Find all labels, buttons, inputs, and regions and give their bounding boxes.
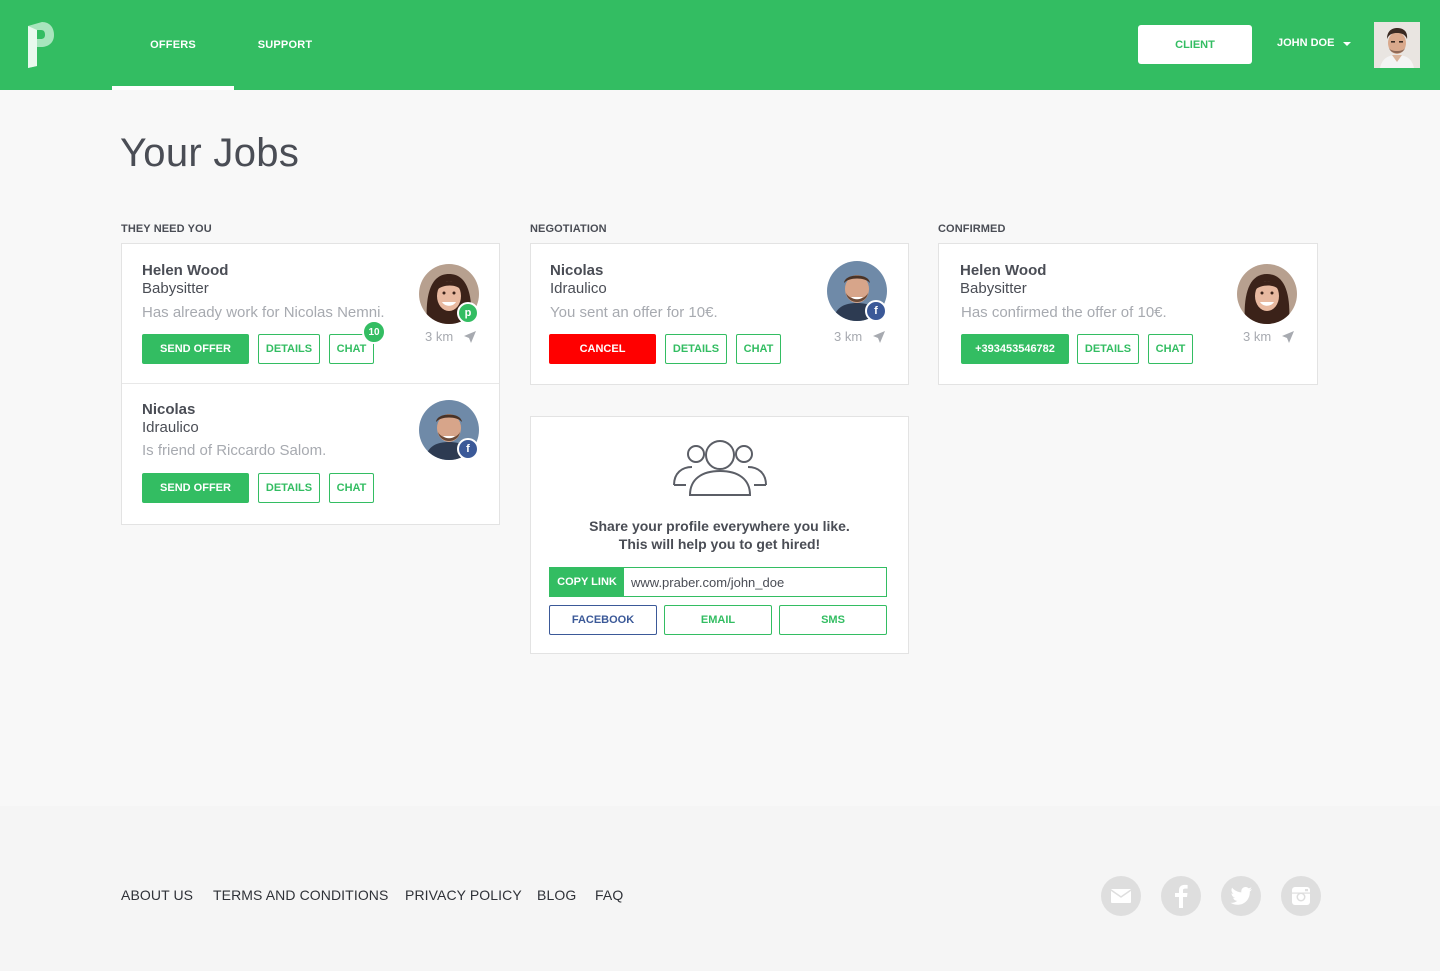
distance-value: 3 km: [425, 329, 454, 344]
tab-offers[interactable]: OFFERS: [112, 0, 234, 90]
profile-link-field[interactable]: [624, 568, 886, 596]
twitter-icon[interactable]: [1221, 876, 1261, 916]
job-item: Helen Wood Babysitter Has already work f…: [122, 244, 499, 384]
chevron-down-icon: [1343, 41, 1352, 46]
distance: 3 km: [425, 329, 477, 344]
location-arrow-icon: [464, 330, 477, 343]
job-role: Babysitter: [142, 280, 209, 297]
send-offer-button[interactable]: SEND OFFER: [142, 334, 249, 364]
footer-link-about-us[interactable]: ABOUT US: [121, 887, 193, 903]
distance-value: 3 km: [834, 329, 863, 344]
chat-button[interactable]: CHAT: [329, 473, 374, 503]
job-role: Idraulico: [550, 280, 607, 297]
facebook-badge-icon: f: [865, 300, 887, 322]
details-button[interactable]: DETAILS: [258, 334, 320, 364]
share-sms-button[interactable]: SMS: [779, 605, 887, 635]
footer: ABOUT US TERMS AND CONDITIONS PRIVACY PO…: [0, 806, 1440, 971]
chat-button[interactable]: CHAT: [736, 334, 781, 364]
users-group-icon: [672, 437, 768, 502]
details-button[interactable]: DETAILS: [258, 473, 320, 503]
details-button[interactable]: DETAILS: [1077, 334, 1139, 364]
they-need-you-card: Helen Wood Babysitter Has already work f…: [121, 243, 500, 525]
job-role: Babysitter: [960, 280, 1027, 297]
job-note: Has confirmed the offer of 10€.: [961, 304, 1167, 321]
column-label-negotiation: NEGOTIATION: [530, 223, 607, 235]
phone-number-button[interactable]: +393453546782: [961, 334, 1069, 364]
mail-icon[interactable]: [1101, 876, 1141, 916]
column-label-they-need-you: THEY NEED YOU: [121, 223, 212, 235]
copy-link-group: COPY LINK: [549, 567, 887, 597]
praber-badge-icon: p: [457, 302, 479, 324]
user-avatar[interactable]: [1374, 22, 1420, 68]
distance: 3 km: [834, 329, 886, 344]
facebook-badge-icon: f: [457, 438, 479, 460]
instagram-icon[interactable]: [1281, 876, 1321, 916]
praber-logo[interactable]: [26, 22, 56, 68]
helen-wood-photo[interactable]: [1237, 264, 1297, 324]
location-arrow-icon: [873, 330, 886, 343]
share-profile-card: Share your profile everywhere you like. …: [530, 416, 909, 654]
job-item: Helen Wood Babysitter Has confirmed the …: [939, 244, 1317, 384]
facebook-icon[interactable]: [1161, 876, 1201, 916]
job-item: Nicolas Idraulico Is friend of Riccardo …: [122, 384, 499, 524]
footer-link-privacy[interactable]: PRIVACY POLICY: [405, 887, 522, 903]
user-name: JOHN DOE: [1277, 37, 1335, 49]
top-navigation-bar: OFFERS SUPPORT CLIENT JOHN DOE: [0, 0, 1440, 90]
job-name: Nicolas: [142, 401, 196, 418]
share-email-button[interactable]: EMAIL: [664, 605, 772, 635]
client-button[interactable]: CLIENT: [1138, 25, 1252, 64]
footer-link-faq[interactable]: FAQ: [595, 887, 623, 903]
footer-link-blog[interactable]: BLOG: [537, 887, 576, 903]
job-name: Helen Wood: [142, 262, 229, 279]
copy-link-button[interactable]: COPY LINK: [550, 568, 624, 596]
location-arrow-icon: [1282, 330, 1295, 343]
footer-link-terms[interactable]: TERMS AND CONDITIONS: [213, 887, 388, 903]
user-menu[interactable]: JOHN DOE: [1277, 37, 1352, 49]
job-item: Nicolas Idraulico You sent an offer for …: [531, 244, 908, 384]
cancel-button[interactable]: CANCEL: [549, 334, 656, 364]
page-title: Your Jobs: [120, 131, 300, 175]
job-note: Is friend of Riccardo Salom.: [142, 442, 327, 459]
confirmed-card: Helen Wood Babysitter Has confirmed the …: [938, 243, 1318, 385]
job-name: Nicolas: [550, 262, 604, 279]
share-facebook-button[interactable]: FACEBOOK: [549, 605, 657, 635]
chat-button[interactable]: CHAT: [1148, 334, 1193, 364]
distance: 3 km: [1243, 329, 1295, 344]
tab-support[interactable]: SUPPORT: [234, 0, 336, 90]
job-note: Has already work for Nicolas Nemni.: [142, 304, 385, 321]
job-note: You sent an offer for 10€.: [550, 304, 718, 321]
distance-value: 3 km: [1243, 329, 1272, 344]
share-subheading: This will help you to get hired!: [618, 536, 821, 552]
negotiation-card: Nicolas Idraulico You sent an offer for …: [530, 243, 909, 385]
share-heading: Share your profile everywhere you like.: [589, 518, 850, 534]
column-label-confirmed: CONFIRMED: [938, 223, 1006, 235]
chat-unread-badge: 10: [362, 320, 386, 344]
details-button[interactable]: DETAILS: [665, 334, 727, 364]
send-offer-button[interactable]: SEND OFFER: [142, 473, 249, 503]
job-role: Idraulico: [142, 419, 199, 436]
job-name: Helen Wood: [960, 262, 1047, 279]
